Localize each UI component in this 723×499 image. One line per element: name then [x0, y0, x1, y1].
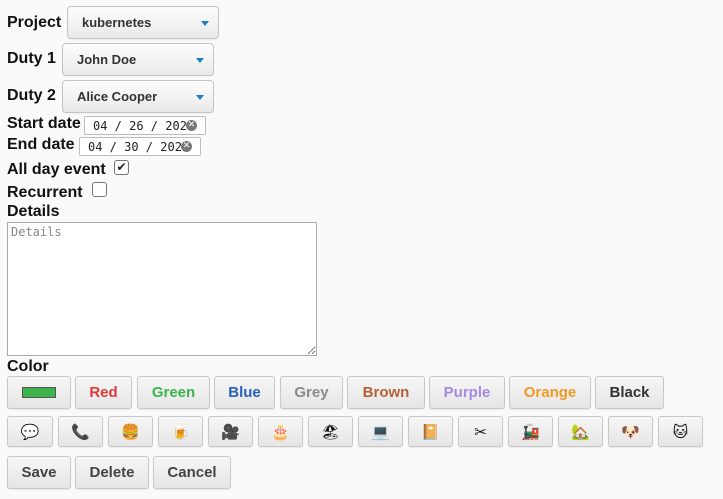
color-swatch: [22, 387, 56, 398]
beach-icon: 🏖: [320, 423, 341, 441]
all-day-checkbox[interactable]: ✔: [114, 160, 129, 175]
beer-button[interactable]: 🍺: [158, 416, 203, 447]
duty1-select[interactable]: John Doe: [62, 43, 214, 76]
birthday-cake-icon: 🎂: [271, 423, 290, 441]
movie-camera-button[interactable]: 🎥: [208, 416, 253, 447]
color-button-blue[interactable]: Blue: [214, 376, 275, 409]
color-button-green[interactable]: Green: [137, 376, 210, 409]
end-date-label: End date: [7, 136, 75, 153]
start-date-input[interactable]: 04 / 26 / 2021 ✕: [84, 116, 206, 135]
beer-icon: 🍺: [171, 423, 190, 441]
duty1-label: Duty 1: [7, 50, 56, 67]
project-label: Project: [7, 14, 62, 31]
train-icon: 🚂: [521, 423, 540, 441]
color-button-orange[interactable]: Orange: [509, 376, 591, 409]
project-select[interactable]: kubernetes: [67, 6, 219, 39]
notebook-icon: 📔: [421, 423, 440, 441]
end-date-value: 04 / 30 / 2021: [88, 139, 190, 154]
delete-button[interactable]: Delete: [75, 456, 149, 489]
duty2-label: Duty 2: [7, 87, 56, 104]
clear-icon[interactable]: ✕: [186, 120, 197, 131]
color-button-brown[interactable]: Brown: [347, 376, 425, 409]
color-button-purple[interactable]: Purple: [429, 376, 505, 409]
chevron-down-icon: [201, 20, 209, 26]
cat-icon: 🐱: [672, 423, 689, 441]
scissors-icon: ✂: [474, 423, 487, 441]
chevron-down-icon: [196, 94, 204, 100]
phone-icon: 📞: [71, 423, 90, 441]
hamburger-button[interactable]: 🍔: [108, 416, 153, 447]
color-button-grey[interactable]: Grey: [280, 376, 343, 409]
recurrent-checkbox[interactable]: [92, 182, 107, 197]
color-swatch-button[interactable]: [7, 376, 71, 409]
train-button[interactable]: 🚂: [508, 416, 553, 447]
duty2-select-value: Alice Cooper: [77, 89, 158, 104]
details-textarea[interactable]: [7, 222, 317, 356]
all-day-label: All day event: [7, 161, 106, 178]
project-select-value: kubernetes: [82, 15, 152, 30]
end-date-input[interactable]: 04 / 30 / 2021 ✕: [79, 137, 201, 156]
duty2-select[interactable]: Alice Cooper: [62, 80, 214, 113]
phone-button[interactable]: 📞: [58, 416, 103, 447]
scissors-button[interactable]: ✂: [458, 416, 503, 447]
start-date-label: Start date: [7, 115, 81, 132]
cancel-button[interactable]: Cancel: [153, 456, 231, 489]
recurrent-label: Recurrent: [7, 184, 83, 201]
color-button-black[interactable]: Black: [595, 376, 664, 409]
laptop-button[interactable]: 💻: [358, 416, 403, 447]
dog-icon: 🐶: [621, 423, 640, 441]
save-button[interactable]: Save: [7, 456, 71, 489]
chevron-down-icon: [196, 57, 204, 63]
house-icon: 🏡: [571, 423, 590, 441]
birthday-cake-button[interactable]: 🎂: [258, 416, 303, 447]
details-label: Details: [7, 203, 60, 220]
speech-bubble-button[interactable]: 💬: [7, 416, 53, 447]
notebook-button[interactable]: 📔: [408, 416, 453, 447]
cat-button[interactable]: 🐱: [658, 416, 703, 447]
dog-button[interactable]: 🐶: [608, 416, 653, 447]
laptop-icon: 💻: [371, 423, 390, 441]
movie-camera-icon: 🎥: [221, 423, 240, 441]
color-button-red[interactable]: Red: [75, 376, 132, 409]
start-date-value: 04 / 26 / 2021: [93, 118, 195, 133]
hamburger-icon: 🍔: [121, 423, 140, 441]
house-button[interactable]: 🏡: [558, 416, 603, 447]
speech-bubble-icon: 💬: [20, 423, 40, 441]
clear-icon[interactable]: ✕: [181, 141, 192, 152]
color-label: Color: [7, 358, 49, 375]
beach-button[interactable]: 🏖: [308, 416, 353, 447]
duty1-select-value: John Doe: [77, 52, 137, 67]
